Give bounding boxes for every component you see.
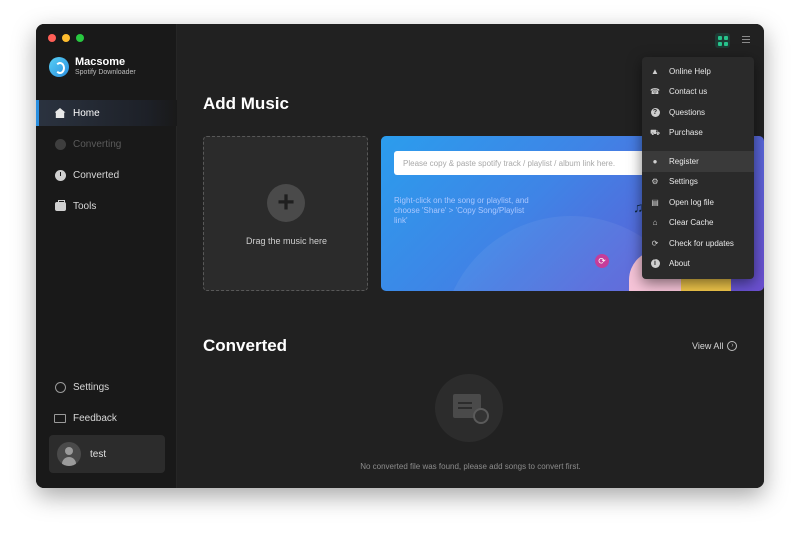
menu-item-contact-us[interactable]: ☎ Contact us — [642, 82, 754, 103]
clock-icon — [54, 169, 66, 181]
menu-item-label: Clear Cache — [669, 218, 714, 228]
brand-name: Macsome — [75, 56, 126, 68]
file-icon: ▤ — [651, 197, 659, 207]
sidebar-bottom-nav: Settings Feedback — [36, 374, 177, 436]
gear-icon: ⚙ — [651, 177, 659, 187]
menu-item-label: Settings — [669, 177, 698, 187]
window-controls — [48, 34, 84, 42]
view-all-label: View All — [692, 341, 724, 351]
close-window-button[interactable] — [48, 34, 56, 42]
brand-subtitle: Spotify Downloader — [75, 69, 136, 76]
menu-item-questions[interactable]: ? Questions — [642, 102, 754, 123]
graduation-cap-icon: ▲ — [651, 66, 659, 76]
menu-item-purchase[interactable]: ⛟ Purchase — [642, 123, 754, 144]
settings-dropdown-menu: ▲ Online Help ☎ Contact us ? Questions ⛟… — [642, 57, 754, 279]
menu-icon[interactable] — [742, 36, 750, 44]
url-hint: Right-click on the song or playlist, and… — [394, 196, 529, 225]
user-name: test — [90, 448, 107, 460]
menu-item-register[interactable]: ● Register — [642, 151, 754, 172]
sidebar-item-converting[interactable]: Converting — [36, 131, 177, 157]
menu-item-label: Questions — [669, 107, 706, 117]
sidebar-item-label: Converting — [73, 138, 122, 150]
menu-item-label: Contact us — [669, 87, 708, 97]
add-music-title: Add Music — [203, 94, 289, 113]
settings-icon — [54, 381, 66, 393]
grid-view-button[interactable] — [715, 33, 730, 48]
sync-icon: ⟳ — [595, 254, 609, 268]
menu-item-label: Open log file — [669, 197, 714, 207]
menu-item-settings[interactable]: ⚙ Settings — [642, 172, 754, 193]
drop-zone[interactable]: + Drag the music here — [203, 136, 368, 291]
user-key-icon: ● — [652, 156, 658, 166]
app-logo-icon — [49, 56, 69, 77]
menu-item-online-help[interactable]: ▲ Online Help — [642, 61, 754, 82]
phone-icon: ☎ — [650, 87, 660, 97]
converting-icon — [54, 138, 66, 150]
question-icon: ? — [650, 107, 660, 117]
sidebar-item-settings[interactable]: Settings — [36, 374, 177, 400]
menu-item-label: Purchase — [669, 128, 703, 138]
cart-icon: ⛟ — [649, 127, 661, 137]
view-all-link[interactable]: View All › — [692, 341, 738, 351]
plus-icon[interactable]: + — [267, 184, 305, 222]
sidebar-item-label: Converted — [73, 169, 120, 181]
sidebar-item-converted[interactable]: Converted — [36, 162, 177, 188]
menu-item-label: Check for updates — [669, 238, 734, 248]
toolbox-icon — [54, 199, 66, 212]
drop-zone-label: Drag the music here — [245, 236, 328, 246]
sidebar-item-feedback[interactable]: Feedback — [36, 405, 177, 431]
sidebar: Macsome Spotify Downloader Home Converti… — [36, 24, 177, 488]
empty-state-message: No converted file was found, please add … — [360, 462, 581, 471]
brand: Macsome Spotify Downloader — [49, 56, 136, 77]
menu-item-about[interactable]: i About — [642, 254, 754, 275]
sidebar-item-tools[interactable]: Tools — [36, 193, 177, 219]
menu-item-check-for-updates[interactable]: ⟳ Check for updates — [642, 233, 754, 254]
home-icon — [54, 107, 66, 119]
sidebar-item-label: Settings — [73, 381, 110, 393]
user-account-card[interactable]: test — [49, 435, 165, 473]
info-icon: i — [650, 259, 660, 269]
app-window: Macsome Spotify Downloader Home Converti… — [36, 24, 764, 488]
zoom-window-button[interactable] — [76, 34, 84, 42]
sidebar-item-label: Tools — [73, 200, 97, 212]
menu-item-label: About — [669, 259, 690, 269]
menu-item-label: Register — [669, 156, 699, 166]
converted-title: Converted — [203, 336, 288, 355]
menu-item-open-log-file[interactable]: ▤ Open log file — [642, 192, 754, 213]
menu-item-clear-cache[interactable]: ⌂ Clear Cache — [642, 213, 754, 234]
mail-icon — [54, 412, 66, 424]
sidebar-nav: Home Converting Converted Tools — [36, 100, 177, 224]
avatar — [57, 442, 81, 466]
empty-state-icon — [435, 374, 503, 442]
sidebar-item-label: Feedback — [73, 412, 117, 424]
sidebar-item-label: Home — [73, 107, 100, 119]
refresh-icon: ⟳ — [651, 238, 659, 248]
sidebar-item-home[interactable]: Home — [36, 100, 177, 126]
chevron-right-icon: › — [727, 341, 738, 351]
minimize-window-button[interactable] — [62, 34, 70, 42]
menu-item-label: Online Help — [669, 66, 711, 76]
url-input[interactable] — [394, 151, 654, 175]
broom-icon: ⌂ — [652, 218, 658, 228]
